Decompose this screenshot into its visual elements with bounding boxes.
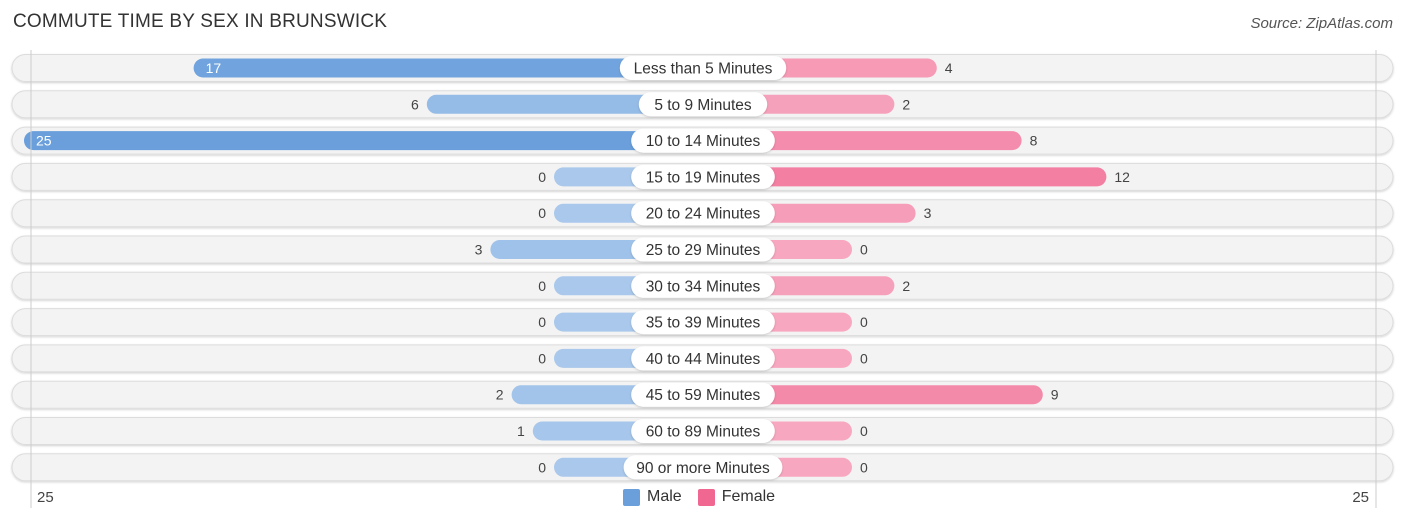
axis-left-label: 25: [37, 489, 54, 506]
value-label-female: 2: [902, 96, 910, 112]
chart-row[interactable]: 5 to 9 Minutes 6 2: [11, 90, 1394, 119]
chart-row[interactable]: 10 to 14 Minutes 25 8: [11, 126, 1394, 155]
legend-item-male[interactable]: Male: [623, 488, 682, 506]
value-label-female: 0: [860, 459, 868, 475]
value-label-female: 0: [860, 423, 868, 439]
value-label-female: 4: [945, 60, 953, 76]
legend: Male Female: [623, 488, 791, 506]
chart-row[interactable]: 60 to 89 Minutes 1 0: [11, 417, 1394, 445]
chart-row[interactable]: 90 or more Minutes 0 0: [11, 453, 1394, 482]
category-label: Less than 5 Minutes: [634, 61, 773, 78]
chart-row[interactable]: Less than 5 Minutes 17 4: [11, 54, 1394, 82]
category-label: 25 to 29 Minutes: [646, 242, 761, 259]
chart-row[interactable]: 15 to 19 Minutes 0 12: [11, 162, 1394, 191]
value-label-female: 0: [860, 350, 868, 366]
value-label-female: 2: [902, 278, 910, 294]
chart-row[interactable]: 30 to 34 Minutes 0 2: [11, 271, 1394, 300]
category-label: 5 to 9 Minutes: [654, 97, 752, 114]
value-label-female: 3: [924, 205, 932, 221]
legend-swatch-female: [697, 488, 715, 506]
value-label-male: 17: [206, 60, 222, 76]
value-label-female: 8: [1030, 133, 1038, 149]
legend-item-female[interactable]: Female: [697, 488, 776, 506]
value-label-female: 0: [860, 314, 868, 330]
category-label: 20 to 24 Minutes: [646, 206, 761, 223]
chart-area: Less than 5 Minutes17 45 to 9 Minutes6 210…: [11, 50, 1394, 508]
chart-row[interactable]: 25 to 29 Minutes 3 0: [11, 235, 1394, 264]
category-label: 30 to 34 Minutes: [646, 278, 761, 295]
axis-right-label: 25: [1352, 489, 1369, 506]
value-label-female: 0: [860, 242, 868, 258]
value-label-female: 12: [1114, 169, 1130, 185]
value-label-male: 0: [538, 350, 546, 366]
legend-label-male: Male: [647, 488, 682, 505]
category-label: 90 or more Minutes: [636, 460, 770, 477]
value-label-male: 2: [496, 387, 504, 403]
category-label: 15 to 19 Minutes: [646, 169, 761, 186]
value-label-male: 0: [538, 278, 546, 294]
value-label-male: 25: [36, 133, 52, 149]
category-label: 40 to 44 Minutes: [646, 351, 761, 368]
category-label: 35 to 39 Minutes: [646, 315, 761, 332]
value-label-female: 9: [1051, 387, 1059, 403]
value-label-male: 0: [538, 169, 546, 185]
chart-row[interactable]: 35 to 39 Minutes 0 0: [11, 308, 1394, 337]
category-label: 45 to 59 Minutes: [646, 387, 761, 404]
category-label: 10 to 14 Minutes: [646, 133, 761, 150]
legend-label-female: Female: [721, 488, 776, 505]
value-label-male: 3: [475, 242, 483, 258]
value-label-male: 0: [538, 459, 546, 475]
chart-row[interactable]: 20 to 24 Minutes 0 3: [11, 199, 1394, 228]
bar-male: [24, 131, 703, 151]
value-label-male: 6: [411, 96, 419, 112]
value-label-male: 0: [538, 314, 546, 330]
category-label: 60 to 89 Minutes: [646, 424, 761, 441]
chart-row[interactable]: 45 to 59 Minutes 2 9: [11, 380, 1394, 409]
value-label-male: 0: [538, 205, 546, 221]
value-label-male: 1: [517, 423, 525, 439]
legend-swatch-male: [623, 488, 640, 506]
chart-row[interactable]: 40 to 44 Minutes 0 0: [11, 344, 1394, 373]
